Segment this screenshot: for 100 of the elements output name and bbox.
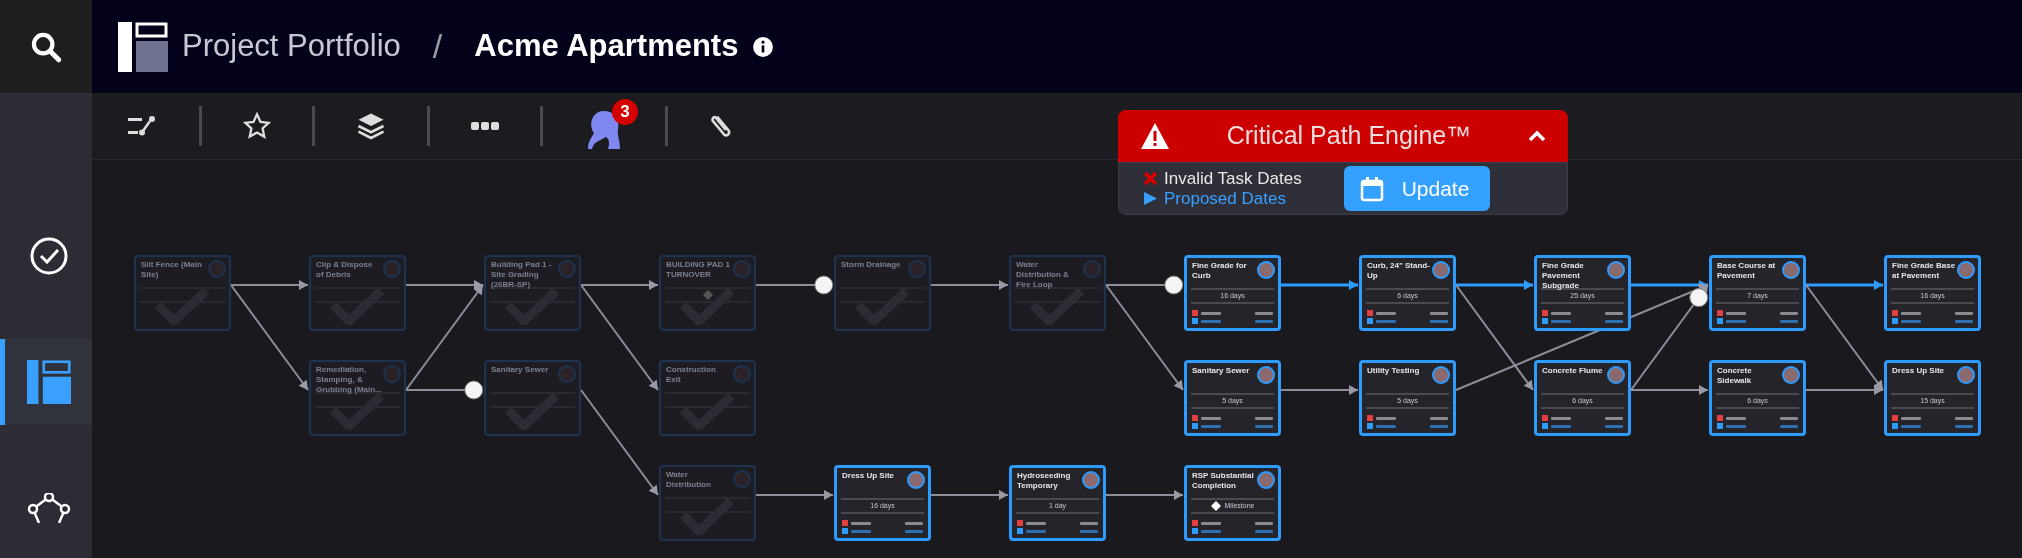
assignee-avatar (733, 365, 751, 383)
blurred-date-text (1605, 424, 1623, 428)
assignee-avatar (383, 260, 401, 278)
calendar-icon (1359, 175, 1384, 202)
blurred-date-text (1901, 311, 1921, 315)
blurred-date-text (1955, 424, 1973, 428)
blurred-date-text (1026, 529, 1046, 533)
blurred-date-text (1605, 319, 1623, 323)
blurred-date-text (1201, 416, 1221, 420)
toolbar-button[interactable]: 3 (584, 99, 638, 153)
milestone-card[interactable]: BUILDING PAD 1 TURNOVER (659, 255, 756, 331)
task-card[interactable]: Water Distribution & Fire Loop (1009, 255, 1106, 331)
blurred-date-text (1376, 416, 1396, 420)
x-mark-icon (1542, 310, 1548, 316)
assignee-avatar (1782, 366, 1800, 384)
info-icon[interactable] (752, 35, 775, 58)
blurred-date-text (1201, 529, 1221, 533)
warning-icon (1140, 122, 1170, 150)
blurred-date-text (1255, 319, 1273, 323)
blurred-date-text (1080, 529, 1098, 533)
toolbar-button[interactable] (356, 111, 386, 141)
x-mark-icon (842, 520, 848, 526)
blurred-date-text (1430, 424, 1448, 428)
assignee-avatar (383, 365, 401, 383)
toolbar-button[interactable] (243, 112, 271, 140)
layers-icon (356, 111, 386, 141)
blurred-date-text (1551, 311, 1571, 315)
diamond-icon (1210, 501, 1221, 511)
blurred-date-text (1376, 311, 1396, 315)
task-title: Fine Grade for Curb (1192, 261, 1248, 281)
x-mark-icon (1892, 310, 1898, 316)
task-card[interactable]: Silt Fence (Main Site) (134, 255, 231, 331)
x-mark-icon (1017, 520, 1023, 526)
task-title: Remediation, Stamping, & Grubbing (Main... (316, 365, 382, 395)
blurred-date-text (1255, 416, 1273, 420)
task-card[interactable]: Water Distribution (659, 465, 756, 541)
x-mark-icon (1192, 520, 1198, 526)
x-mark-icon (1192, 310, 1198, 316)
assignee-avatar (558, 365, 576, 383)
task-title: Clip & Dispose of Debris (316, 260, 374, 280)
blurred-date-text (1901, 319, 1921, 323)
board-icon (26, 360, 71, 404)
task-title: Sanitary Sewer (1192, 366, 1251, 376)
blurred-date-text (1955, 319, 1973, 323)
breadcrumb-link[interactable]: Project Portfolio (182, 23, 401, 70)
blurred-date-text (1201, 311, 1221, 315)
blurred-date-text (1080, 521, 1098, 525)
blurred-date-text (1901, 424, 1921, 428)
blurred-date-text (1255, 311, 1273, 315)
task-title: Dress Up Site (842, 471, 896, 481)
breadcrumb-separator: / (431, 26, 444, 67)
assignee-avatar (208, 260, 226, 278)
blurred-date-text (1201, 319, 1221, 323)
task-card[interactable]: Sanitary Sewer (484, 360, 581, 436)
task-title: Water Distribution (666, 470, 712, 490)
blurred-date-text (1780, 416, 1798, 420)
assignee-avatar (733, 260, 751, 278)
x-mark-icon (1892, 415, 1898, 421)
task-card[interactable]: Storm Drainage (834, 255, 931, 331)
task-card[interactable]: Building Pad 1 - Site Grading (26BR-SP) (484, 255, 581, 331)
task-title: Silt Fence (Main Site) (141, 260, 203, 280)
assignee-avatar (733, 470, 751, 488)
assignee-avatar (1957, 261, 1975, 279)
task-card[interactable]: Remediation, Stamping, & Grubbing (Main... (309, 360, 406, 436)
legend-label: Invalid Task Dates (1164, 168, 1302, 189)
alert-header[interactable]: Critical Path Engine™ (1118, 110, 1568, 162)
blurred-date-text (1430, 311, 1448, 315)
assignee-avatar (908, 260, 926, 278)
blurred-date-text (1605, 416, 1623, 420)
task-title: Concrete Flume (1542, 366, 1604, 376)
task-title: Sanitary Sewer (491, 365, 550, 375)
blurred-date-text (1726, 319, 1746, 323)
task-title: Fine Grade Base at Pavement (1892, 261, 1957, 281)
blurred-date-text (851, 529, 871, 533)
toolbar-button[interactable] (471, 121, 499, 131)
blurred-date-text (1551, 416, 1571, 420)
chevron-up-icon[interactable] (1528, 130, 1546, 142)
task-card[interactable]: Clip & Dispose of Debris (309, 255, 406, 331)
blurred-date-text (1726, 424, 1746, 428)
more-icon (471, 121, 499, 131)
blurred-date-text (1726, 416, 1746, 420)
blurred-date-text (1255, 529, 1273, 533)
x-mark-icon (1717, 415, 1723, 421)
task-title: Concrete Sidewalk (1717, 366, 1753, 386)
blurred-date-text (1551, 319, 1571, 323)
task-card[interactable]: Construction Exit (659, 360, 756, 436)
blurred-date-text (1955, 311, 1973, 315)
search-button[interactable] (0, 0, 92, 93)
blurred-date-text (1726, 311, 1746, 315)
notification-badge: 3 (612, 99, 638, 125)
blurred-date-text (1430, 416, 1448, 420)
task-title: Utility Testing (1367, 366, 1421, 376)
blurred-date-text (1376, 424, 1396, 428)
x-mark-icon (1192, 415, 1198, 421)
blurred-date-text (905, 529, 923, 533)
diamond-icon (702, 290, 713, 300)
project-title: Acme Apartments (474, 27, 739, 66)
assignee-avatar (1607, 366, 1625, 384)
assignee-avatar (1257, 261, 1275, 279)
task-title: Base Course at Pavement (1717, 261, 1777, 281)
